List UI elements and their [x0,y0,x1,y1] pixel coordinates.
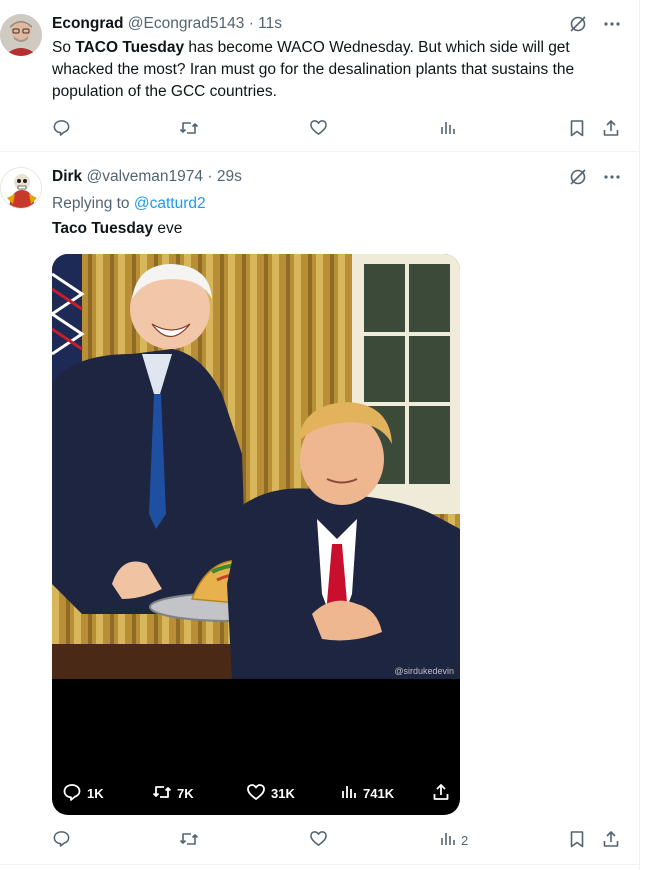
tweet-top-icons [568,14,622,34]
bookmark-icon [568,119,586,140]
like-icon [309,118,328,140]
media-reply-stat[interactable]: 1K [62,779,104,807]
reply-icon [62,782,82,805]
reply-icon [52,118,71,140]
share-button[interactable] [602,828,620,852]
media-like-count: 31K [271,785,295,801]
tweet-media-image[interactable]: @sirdukedevin 1K 7K 31K 741K [52,254,460,815]
like-icon [246,782,266,805]
separator: · [248,15,254,32]
share-button[interactable] [602,117,620,141]
bookmark-button[interactable] [568,117,586,141]
tweet-text-hashtag: Taco Tuesday [52,220,154,237]
timestamp[interactable]: 11s [258,15,282,32]
media-views-count: 741K [363,785,395,801]
media-reply-count: 1K [87,785,104,801]
tweet-text-part: So [52,39,76,56]
grok-icon[interactable] [568,167,588,187]
views-button[interactable]: 2 [439,828,468,852]
retweet-button[interactable] [179,117,203,141]
image-watermark: @sirdukedevin [394,666,454,676]
author-name[interactable]: Econgrad [52,15,123,32]
tweet-header: Dirk @valveman1974 · 29s [52,167,242,187]
tweet-header: Econgrad @Econgrad5143 · 11s [52,14,282,34]
reply-button[interactable] [52,828,75,852]
tweet[interactable]: Dirk @valveman1974 · 29s Replying to @ca… [0,153,640,865]
views-button[interactable] [439,117,461,141]
replying-to: Replying to @catturd2 [52,194,206,214]
media-stats-overlay: 1K 7K 31K 741K [52,779,460,807]
reply-button[interactable] [52,117,75,141]
views-icon [439,830,457,851]
tweet-actions: 2 [52,828,620,852]
like-icon [309,829,328,851]
more-icon[interactable] [602,14,622,34]
separator: · [207,168,213,185]
media-retweet-stat[interactable]: 7K [152,779,194,807]
media-views-stat[interactable]: 741K [340,779,394,807]
share-icon [602,830,620,851]
retweet-button[interactable] [179,828,203,852]
avatar[interactable] [0,167,42,209]
bookmark-button[interactable] [568,828,586,852]
timestamp[interactable]: 29s [217,168,242,185]
like-button[interactable] [309,117,332,141]
share-icon [432,783,450,804]
retweet-icon [179,829,199,852]
bookmark-icon [568,830,586,851]
like-button[interactable] [309,828,332,852]
views-icon [340,783,358,804]
replying-label: Replying to [52,195,130,212]
views-icon [439,119,457,140]
grok-icon[interactable] [568,14,588,34]
media-like-stat[interactable]: 31K [246,779,295,807]
media-retweet-count: 7K [177,785,194,801]
reply-icon [52,829,71,851]
tweet-text: Taco Tuesday eve [52,218,618,240]
avatar[interactable] [0,14,42,56]
tweet-text-hashtag: TACO Tuesday [75,39,185,56]
more-icon[interactable] [602,167,622,187]
image-illustration [52,254,460,679]
retweet-icon [152,782,172,805]
author-handle[interactable]: @Econgrad5143 [128,15,245,32]
author-name[interactable]: Dirk [52,168,82,185]
replying-mention-link[interactable]: @catturd2 [134,195,206,212]
share-icon [602,119,620,140]
views-count: 2 [461,832,469,848]
tweet-top-icons [568,167,622,187]
tweet-actions [52,117,620,141]
tweet-text: So TACO Tuesday has become WACO Wednesda… [52,37,618,103]
retweet-icon [179,118,199,141]
media-share-button[interactable] [432,779,450,807]
author-handle[interactable]: @valveman1974 [86,168,203,185]
tweet-text-part: eve [153,220,183,237]
timeline: Econgrad @Econgrad5143 · 11s So TACO Tue… [0,0,640,870]
tweet[interactable]: Econgrad @Econgrad5143 · 11s So TACO Tue… [0,0,640,152]
